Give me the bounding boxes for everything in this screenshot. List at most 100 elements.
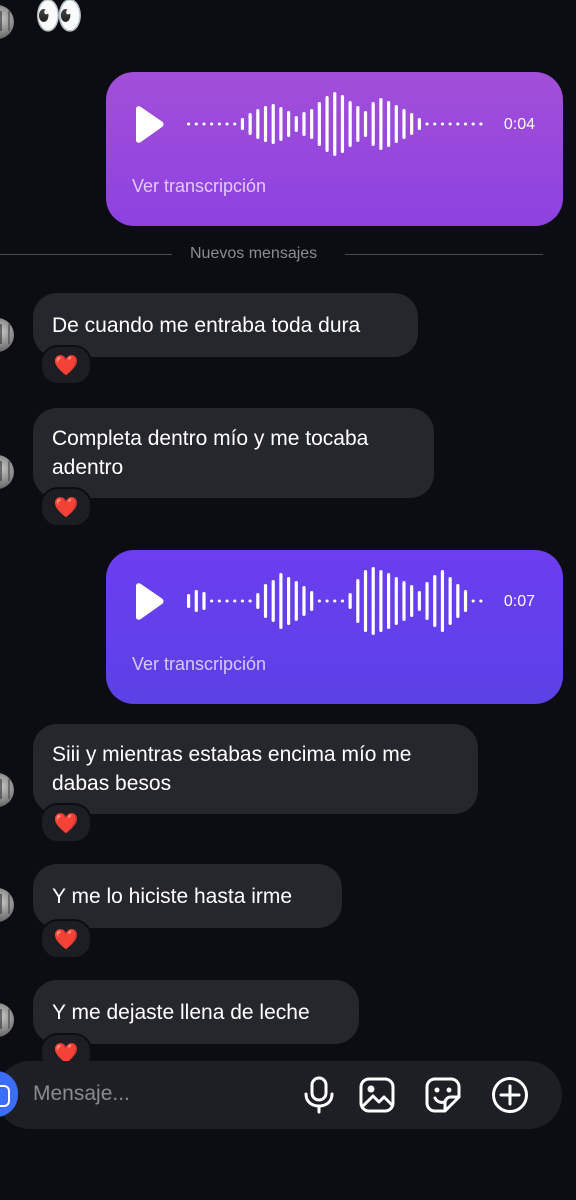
play-icon[interactable]: [130, 105, 166, 145]
voice-message[interactable]: 0:07 Ver transcripción: [106, 550, 563, 704]
waveform-bar: [363, 570, 368, 632]
waveform-bar: [287, 111, 291, 137]
view-transcript-link[interactable]: Ver transcripción: [132, 176, 266, 197]
waveform-bar: [263, 106, 268, 142]
camera-icon[interactable]: [0, 1071, 18, 1117]
waveform-bar: [317, 102, 321, 146]
avatar: [0, 773, 14, 807]
play-icon[interactable]: [130, 582, 166, 622]
waveform-bar: [379, 98, 383, 150]
waveform-bar: [302, 586, 306, 616]
waveform-bar: [348, 101, 352, 147]
waveform-bar: [287, 577, 291, 625]
waveform[interactable]: [186, 89, 486, 159]
message-composer: Mensaje...: [0, 1061, 562, 1129]
waveform-bar: [448, 577, 452, 625]
heart-reaction[interactable]: ❤️: [40, 803, 92, 843]
waveform-bar: [402, 581, 406, 621]
waveform-bar: [440, 570, 445, 632]
waveform-bar: [456, 584, 460, 618]
divider-line-right: [345, 254, 543, 255]
waveform-bar: [333, 92, 337, 156]
waveform-bar: [279, 573, 283, 629]
new-messages-divider: Nuevos mensajes: [190, 245, 318, 262]
waveform-bar: [317, 599, 321, 603]
waveform-bar: [456, 122, 460, 126]
waveform-bar: [256, 593, 260, 609]
waveform-bar: [340, 599, 345, 603]
message-bubble[interactable]: Y me lo hiciste hasta irme: [33, 864, 342, 928]
waveform-bar: [348, 593, 352, 609]
waveform-bar: [217, 599, 221, 603]
waveform-bar: [356, 106, 360, 142]
microphone-icon[interactable]: [299, 1075, 339, 1115]
heart-reaction[interactable]: ❤️: [40, 487, 92, 527]
view-transcript-link[interactable]: Ver transcripción: [132, 654, 266, 675]
waveform-bar: [202, 592, 206, 610]
waveform-bar: [417, 591, 421, 611]
waveform-bar: [256, 109, 260, 139]
waveform-bar: [271, 104, 275, 144]
waveform-bar: [471, 122, 475, 126]
voice-message[interactable]: 0:04 Ver transcripción: [106, 72, 563, 226]
waveform-bar: [302, 112, 306, 136]
waveform-bar: [202, 122, 206, 126]
waveform-bar: [240, 599, 245, 603]
message-bubble[interactable]: Completa dentro mío y me tocaba adentro: [33, 408, 434, 498]
waveform-bar: [440, 122, 445, 126]
waveform-bar: [233, 599, 237, 603]
message-text: Y me lo hiciste hasta irme: [52, 884, 293, 908]
waveform-bar: [194, 590, 198, 612]
waveform-bar: [402, 109, 406, 139]
waveform-bar: [340, 95, 345, 153]
avatar: [0, 455, 14, 489]
heart-reaction[interactable]: ❤️: [40, 345, 92, 385]
sticker-icon[interactable]: [423, 1075, 463, 1115]
voice-duration: 0:07: [503, 593, 535, 610]
waveform-bar: [187, 122, 191, 126]
waveform-bar: [394, 577, 398, 625]
waveform[interactable]: [186, 566, 486, 636]
waveform-bar: [294, 116, 298, 132]
waveform-bar: [417, 118, 421, 130]
waveform-bar: [363, 111, 368, 137]
waveform-bar: [479, 122, 483, 126]
waveform-bar: [217, 122, 221, 126]
waveform-bar: [225, 122, 229, 126]
waveform-bar: [356, 579, 360, 623]
avatar: [0, 888, 14, 922]
waveform-bar: [310, 109, 314, 139]
waveform-bar: [394, 105, 398, 143]
message-text: De cuando me entraba toda dura: [52, 313, 361, 337]
avatar: [0, 1003, 14, 1037]
message-text: Y me dejaste llena de leche: [52, 1000, 310, 1024]
message-text: Siii y mientras estabas encima mío me da…: [52, 743, 412, 795]
waveform-bar: [371, 567, 375, 635]
waveform-bar: [233, 122, 237, 126]
waveform-bar: [310, 591, 314, 611]
waveform-bar: [248, 113, 252, 135]
waveform-bar: [410, 585, 414, 617]
waveform-bar: [263, 584, 268, 618]
plus-circle-icon[interactable]: [490, 1075, 530, 1115]
heart-reaction[interactable]: ❤️: [40, 919, 92, 959]
message-bubble[interactable]: De cuando me entraba toda dura: [33, 293, 418, 357]
eyes-emoji: 👀: [34, 0, 84, 38]
waveform-bar: [225, 599, 229, 603]
waveform-bar: [425, 582, 429, 620]
voice-duration: 0:04: [503, 116, 535, 133]
image-icon[interactable]: [357, 1075, 397, 1115]
message-input[interactable]: Mensaje...: [33, 1082, 130, 1106]
waveform-bar: [433, 575, 437, 627]
waveform-bar: [448, 122, 452, 126]
waveform-bar: [471, 599, 475, 603]
message-bubble[interactable]: Siii y mientras estabas encima mío me da…: [33, 724, 478, 814]
waveform-bar: [371, 102, 375, 146]
waveform-bar: [210, 599, 214, 603]
waveform-bar: [333, 599, 337, 603]
waveform-bar: [248, 599, 252, 603]
waveform-bar: [325, 599, 329, 603]
avatar: [0, 5, 14, 39]
waveform-bar: [279, 107, 283, 141]
waveform-bar: [210, 122, 214, 126]
